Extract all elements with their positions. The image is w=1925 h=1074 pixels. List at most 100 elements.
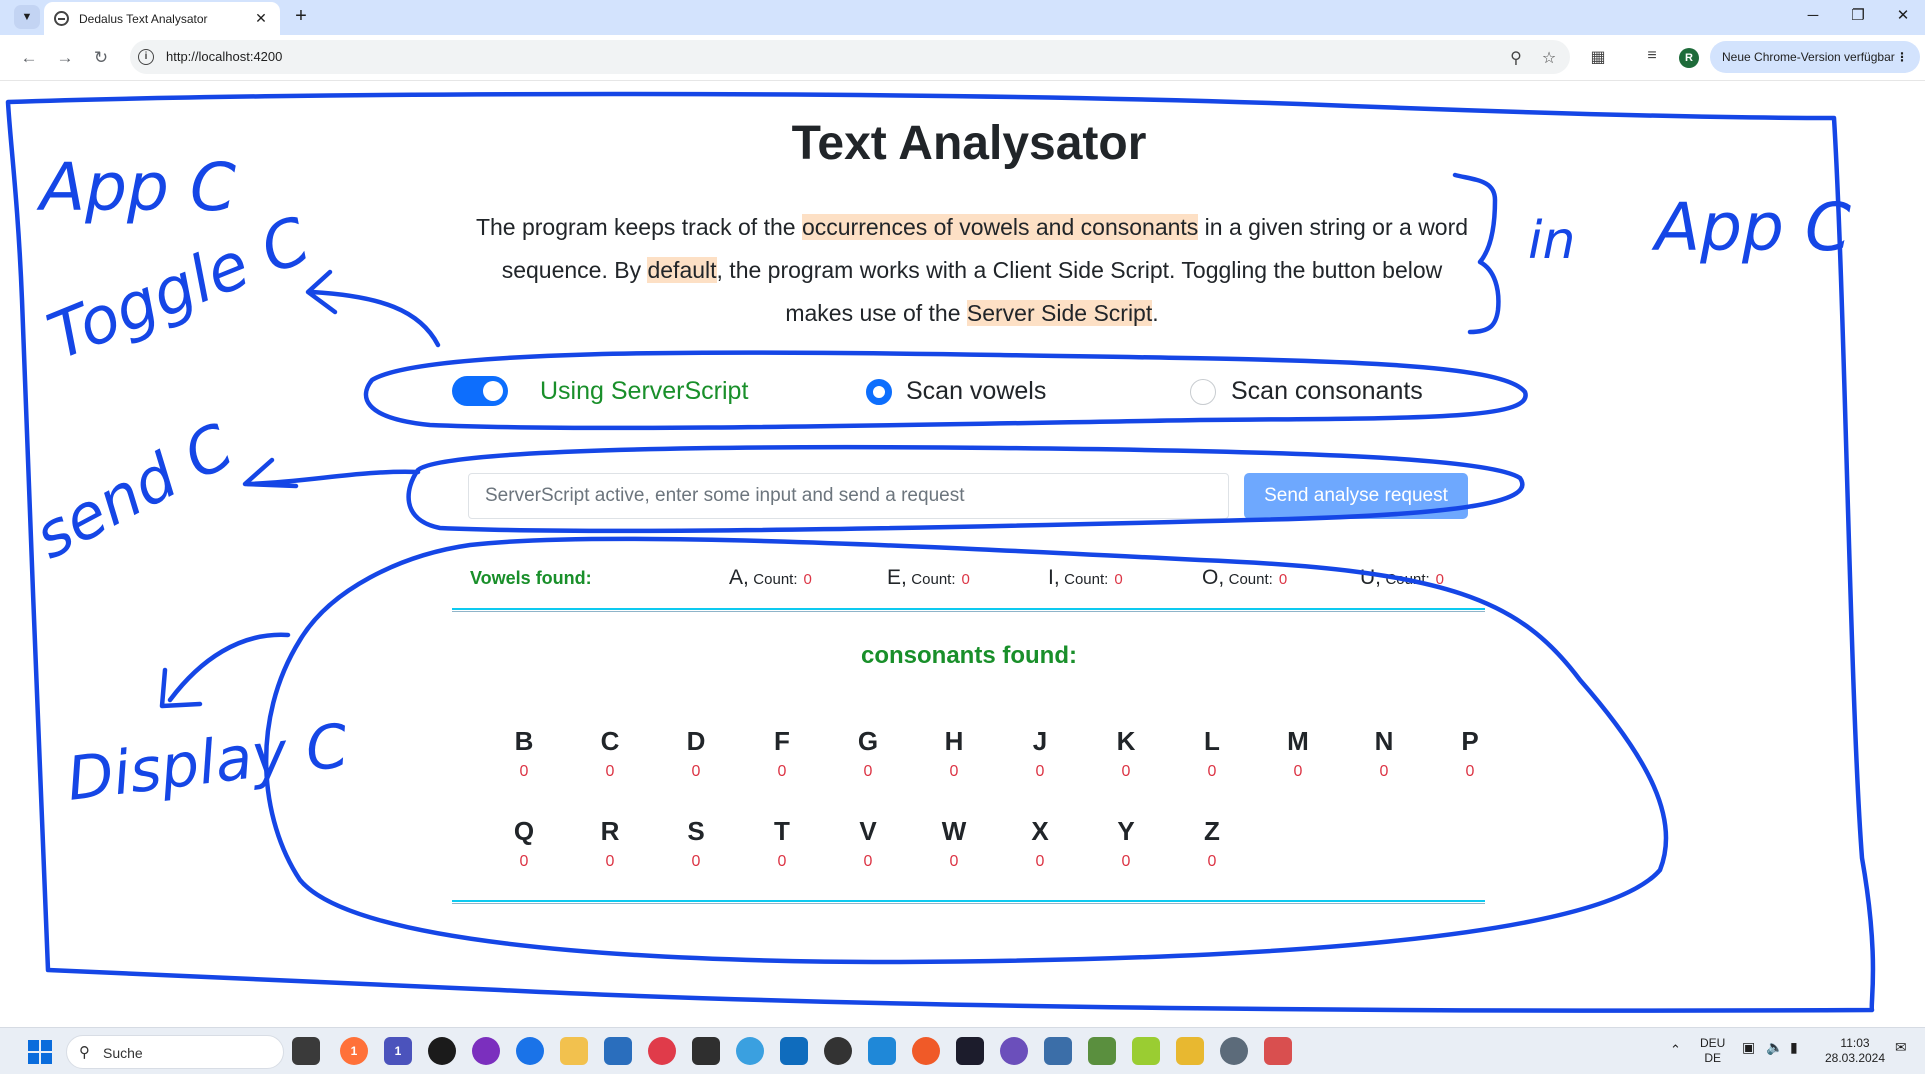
snipping-tool-icon[interactable] — [1264, 1037, 1292, 1065]
scan-vowels-radio[interactable] — [866, 379, 892, 405]
consonant-count: T0 — [752, 816, 812, 871]
settings-gear-icon[interactable] — [1220, 1037, 1248, 1065]
keyboard-language[interactable]: DEU DE — [1700, 1036, 1725, 1066]
consonant-letter: Q — [513, 816, 535, 846]
firefox-icon[interactable]: 1 — [340, 1037, 368, 1065]
consonant-count-value: 0 — [691, 853, 701, 870]
record-app-icon[interactable] — [428, 1037, 456, 1065]
task-view-icon[interactable] — [292, 1037, 320, 1065]
tab-list-chevron-icon[interactable]: ▼ — [14, 5, 40, 29]
address-url[interactable]: http://localhost:4200 — [166, 49, 282, 64]
vowel-count-value: 0 — [1435, 571, 1444, 588]
file-explorer-icon[interactable] — [560, 1037, 588, 1065]
notification-bell-icon[interactable]: ✉ — [1895, 1040, 1907, 1055]
new-tab-button[interactable]: + — [288, 4, 314, 30]
toggle-knob — [483, 381, 503, 401]
terminal-app-icon[interactable] — [692, 1037, 720, 1065]
scan-vowels-label[interactable]: Scan vowels — [906, 377, 1046, 406]
network-app-icon[interactable] — [1044, 1037, 1072, 1065]
consonant-letter: S — [687, 816, 705, 846]
search-icon: ⚲ — [79, 1044, 90, 1061]
vpn-lock-icon[interactable] — [824, 1037, 852, 1065]
scan-consonants-radio[interactable] — [1190, 379, 1216, 405]
consonant-letter: X — [1031, 816, 1049, 846]
description-highlight: occurrences of vowels and consonants — [801, 214, 1199, 240]
reload-icon[interactable]: ↻ — [88, 46, 114, 70]
docker-icon[interactable] — [736, 1037, 764, 1065]
profile-avatar[interactable]: R — [1679, 48, 1699, 68]
consonant-count-value: 0 — [777, 853, 787, 870]
network-icon[interactable]: ▣ — [1742, 1040, 1755, 1055]
remote-desktop-icon[interactable] — [1088, 1037, 1116, 1065]
scan-consonants-label[interactable]: Scan consonants — [1231, 377, 1423, 406]
teams-icon[interactable]: 1 — [384, 1037, 412, 1065]
minimize-window-icon[interactable]: ─ — [1793, 4, 1833, 28]
consonant-count-value: 0 — [777, 763, 787, 780]
battery-icon[interactable]: ▮ — [1790, 1040, 1798, 1055]
site-info-icon[interactable]: i — [138, 49, 154, 65]
chrome-icon[interactable] — [516, 1037, 544, 1065]
consonant-count-value: 0 — [1465, 763, 1475, 780]
consonant-letter: Y — [1117, 816, 1135, 846]
consonant-letter: F — [774, 726, 790, 756]
server-script-toggle[interactable] — [452, 376, 508, 406]
address-bar[interactable]: i http://localhost:4200 ⚲ ☆ — [130, 40, 1570, 74]
consonant-letter: Z — [1204, 816, 1220, 846]
divider — [452, 608, 1485, 612]
consonant-count: X0 — [1010, 816, 1070, 871]
media-playlist-icon[interactable]: ≡ — [1640, 47, 1664, 65]
send-analyse-request-button[interactable]: Send analyse request — [1244, 473, 1468, 519]
android-icon[interactable] — [1132, 1037, 1160, 1065]
outlook-icon[interactable] — [780, 1037, 808, 1065]
vscode-icon[interactable] — [868, 1037, 896, 1065]
consonant-count: Q0 — [494, 816, 554, 871]
vowel-letter: A, — [729, 566, 749, 589]
store-icon[interactable] — [604, 1037, 632, 1065]
consonant-count-value: 0 — [519, 763, 529, 780]
consonant-count: W0 — [924, 816, 984, 871]
consonant-count-value: 0 — [1207, 853, 1217, 870]
consonant-letter: G — [857, 726, 879, 756]
purple-app-icon[interactable] — [472, 1037, 500, 1065]
zoom-magnifier-icon[interactable]: ⚲ — [1505, 48, 1527, 68]
vowels-found-label: Vowels found: — [470, 568, 592, 588]
chrome-update-button[interactable]: Neue Chrome-Version verfügbar ⋮ — [1710, 41, 1920, 73]
extensions-puzzle-icon[interactable]: ▦ — [1586, 47, 1610, 67]
analyse-input[interactable] — [468, 473, 1229, 519]
assistant-app-icon[interactable] — [1000, 1037, 1028, 1065]
vowel-letter: O, — [1202, 566, 1225, 589]
clock[interactable]: 11:03 28.03.2024 — [1822, 1036, 1888, 1066]
yellow-app-icon[interactable] — [1176, 1037, 1204, 1065]
vowel-count-o: O, Count: 0 — [1202, 566, 1287, 590]
consonant-count: D0 — [666, 726, 726, 781]
consonant-count: P0 — [1440, 726, 1500, 781]
bookmark-star-icon[interactable]: ☆ — [1538, 48, 1560, 68]
consonant-letter: L — [1204, 726, 1220, 756]
intellij-icon[interactable] — [956, 1037, 984, 1065]
consonant-count-value: 0 — [863, 853, 873, 870]
vowel-count-value: 0 — [1114, 571, 1123, 588]
postman-icon[interactable] — [912, 1037, 940, 1065]
clock-date: 28.03.2024 — [1824, 1051, 1886, 1065]
consonant-count: S0 — [666, 816, 726, 871]
vowel-count-i: I, Count: 0 — [1048, 566, 1123, 590]
restore-window-icon[interactable]: ❐ — [1838, 4, 1878, 28]
windows-start-icon[interactable] — [28, 1040, 52, 1064]
back-arrow-icon[interactable]: ← — [16, 46, 42, 70]
consonant-count: K0 — [1096, 726, 1156, 781]
consonant-letter: C — [600, 726, 620, 756]
volume-icon[interactable]: 🔈 — [1766, 1040, 1783, 1055]
count-label: Count: — [1228, 571, 1273, 588]
opera-icon[interactable] — [648, 1037, 676, 1065]
browser-tab[interactable]: Dedalus Text Analysator ✕ — [44, 2, 280, 35]
close-window-icon[interactable]: ✕ — [1883, 4, 1923, 28]
consonant-count-value: 0 — [1035, 853, 1045, 870]
tray-chevron-up-icon[interactable]: ⌃ — [1670, 1042, 1681, 1057]
tab-close-icon[interactable]: ✕ — [252, 10, 270, 27]
taskbar-search-box[interactable]: ⚲ Suche — [66, 1035, 284, 1069]
toggle-label: Using ServerScript — [540, 377, 749, 405]
consonant-count-value: 0 — [1121, 763, 1131, 780]
more-menu-icon[interactable]: ⋮ — [1896, 41, 1908, 73]
consonant-letter: K — [1116, 726, 1136, 756]
forward-arrow-icon[interactable]: → — [52, 46, 78, 70]
